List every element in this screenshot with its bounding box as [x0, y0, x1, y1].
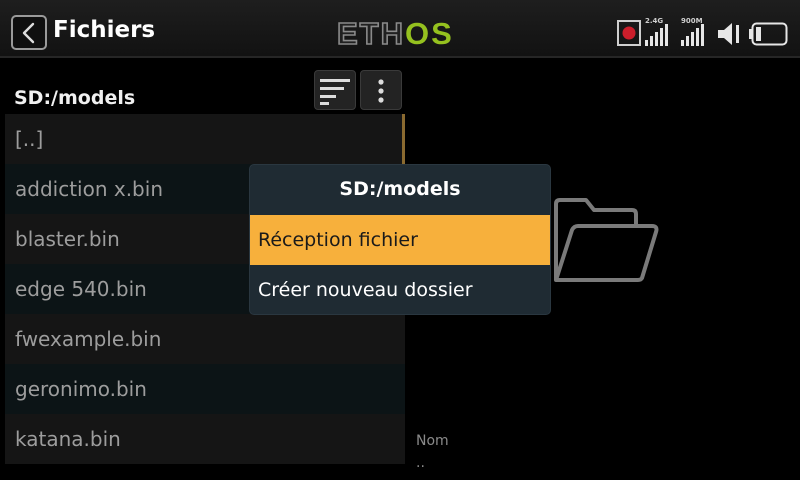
chevron-left-icon [22, 22, 35, 44]
header-bar: Fichiers ETHOS 2.4G 900M [0, 0, 800, 58]
logo-text-eth: ETH [336, 16, 405, 52]
record-icon [617, 20, 641, 46]
speaker-icon [718, 23, 739, 45]
list-scrollbar[interactable] [402, 114, 405, 166]
page-title: Fichiers [53, 17, 156, 43]
details-name-value: .. [416, 455, 425, 471]
details-name-label: Nom [416, 433, 449, 449]
folder-open-icon [554, 198, 659, 282]
current-path: SD:/models [14, 87, 136, 109]
logo-text-os: OS [405, 16, 454, 51]
menu-item-receive-file[interactable]: Réception fichier [250, 215, 550, 265]
sort-button[interactable] [314, 70, 356, 110]
context-menu-popup: SD:/models Réception fichier Créer nouve… [250, 165, 550, 314]
more-vertical-icon [378, 79, 384, 103]
ethos-logo: ETHOS [336, 16, 454, 52]
status-area: 2.4G 900M [616, 14, 792, 50]
signal-bars-icon [645, 24, 668, 46]
file-row[interactable]: katana.bin [5, 414, 405, 464]
sort-lines-icon [320, 79, 350, 105]
menu-item-create-folder[interactable]: Créer nouveau dossier [250, 265, 550, 314]
back-button[interactable] [11, 15, 47, 50]
popup-title: SD:/models [339, 178, 461, 200]
file-row-parent[interactable]: [..] [5, 114, 405, 164]
file-row[interactable]: fwexample.bin [5, 314, 405, 364]
screen: Fichiers ETHOS 2.4G 900M SD:/models [..]… [0, 0, 800, 480]
file-row[interactable]: geronimo.bin [5, 364, 405, 414]
signal-bars-icon [681, 24, 704, 46]
more-options-button[interactable] [360, 70, 402, 110]
battery-icon [749, 22, 788, 46]
